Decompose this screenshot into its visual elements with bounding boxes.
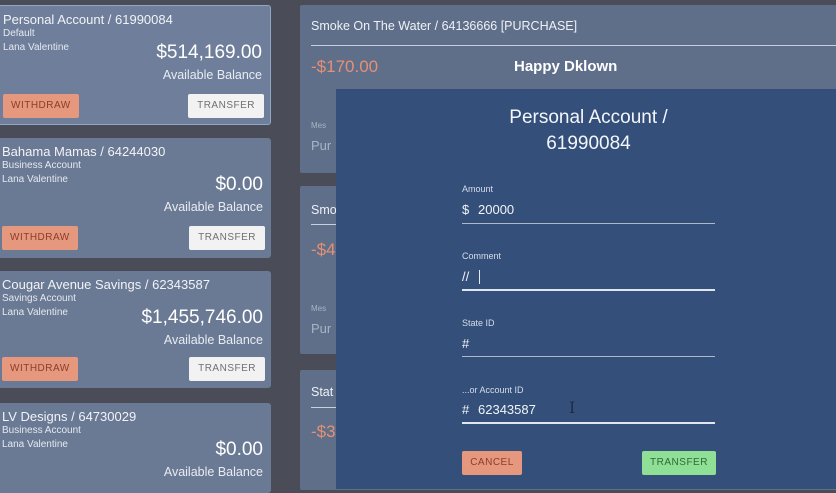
account-title: Personal Account / 61990084: [3, 12, 173, 27]
state-id-label: State ID: [462, 318, 495, 328]
transaction-message-label: Mes: [311, 304, 327, 313]
transfer-submit-button[interactable]: TRANSFER: [642, 451, 716, 475]
modal-title-number: 61990084: [546, 133, 631, 154]
transfer-button[interactable]: TRANSFER: [188, 94, 264, 118]
account-id-underline: [462, 422, 715, 424]
available-balance-label: Available Balance: [162, 68, 262, 82]
state-id-underline: [462, 356, 715, 357]
account-card[interactable]: Personal Account / 61990084 Default Lana…: [0, 5, 271, 125]
account-type: Business Account: [2, 160, 81, 171]
account-id-label: ...or Account ID: [462, 385, 524, 395]
comment-label: Comment: [462, 251, 502, 261]
available-balance-label: Available Balance: [163, 200, 263, 214]
comment-icon: //: [462, 269, 470, 284]
transfer-button[interactable]: TRANSFER: [189, 357, 265, 381]
transaction-message: Pur: [311, 321, 332, 336]
state-id-input[interactable]: [478, 336, 714, 354]
transaction-title: Smo: [311, 203, 337, 217]
transaction-counterparty: Happy Dklown: [514, 58, 618, 75]
modal-title-account: Personal Account /: [509, 107, 668, 128]
account-title: Cougar Avenue Savings / 62343587: [2, 277, 210, 292]
transaction-message: Pur: [311, 138, 332, 153]
transaction-amount: -$3: [311, 422, 336, 441]
transaction-divider: [311, 45, 836, 46]
account-title: LV Designs / 64730029: [2, 409, 137, 424]
account-balance: $514,169.00: [156, 42, 262, 63]
transfer-modal: Personal Account / 61990084 Amount $ 200…: [336, 89, 836, 489]
comment-underline: [462, 289, 715, 291]
withdraw-button[interactable]: WITHDRAW: [2, 357, 78, 381]
transaction-title: Smoke On The Water / 64136666 [PURCHASE]: [311, 19, 578, 33]
text-cursor: [479, 270, 480, 284]
account-title: Bahama Mamas / 64244030: [2, 144, 166, 159]
hash-icon: #: [462, 402, 470, 417]
transfer-button[interactable]: TRANSFER: [189, 226, 265, 250]
account-balance: $1,455,746.00: [141, 307, 263, 328]
hash-icon: #: [462, 336, 470, 351]
amount-label: Amount: [462, 184, 494, 194]
comment-input[interactable]: [478, 269, 714, 287]
transaction-amount: -$170.00: [311, 57, 379, 76]
account-id-input[interactable]: 62343587: [478, 402, 714, 420]
withdraw-button[interactable]: WITHDRAW: [2, 226, 78, 250]
available-balance-label: Available Balance: [163, 333, 263, 347]
account-balance: $0.00: [215, 439, 263, 460]
transaction-message-label: Mes: [311, 121, 327, 130]
transaction-title: Stat: [311, 385, 334, 399]
account-type: Default: [3, 28, 35, 39]
cancel-button[interactable]: CANCEL: [462, 451, 522, 475]
amount-underline: [462, 223, 715, 224]
account-card[interactable]: Cougar Avenue Savings / 62343587 Savings…: [0, 271, 271, 388]
withdraw-button[interactable]: WITHDRAW: [3, 94, 79, 118]
amount-input[interactable]: 20000: [478, 202, 714, 220]
dollar-icon: $: [462, 202, 470, 217]
account-type: Business Account: [2, 425, 81, 436]
account-type: Savings Account: [2, 293, 76, 304]
ibeam-cursor-icon: I: [569, 398, 576, 417]
account-card[interactable]: Bahama Mamas / 64244030 Business Account…: [0, 138, 271, 258]
transaction-amount: -$4: [311, 240, 336, 259]
account-balance: $0.00: [215, 174, 263, 195]
available-balance-label: Available Balance: [163, 465, 263, 479]
